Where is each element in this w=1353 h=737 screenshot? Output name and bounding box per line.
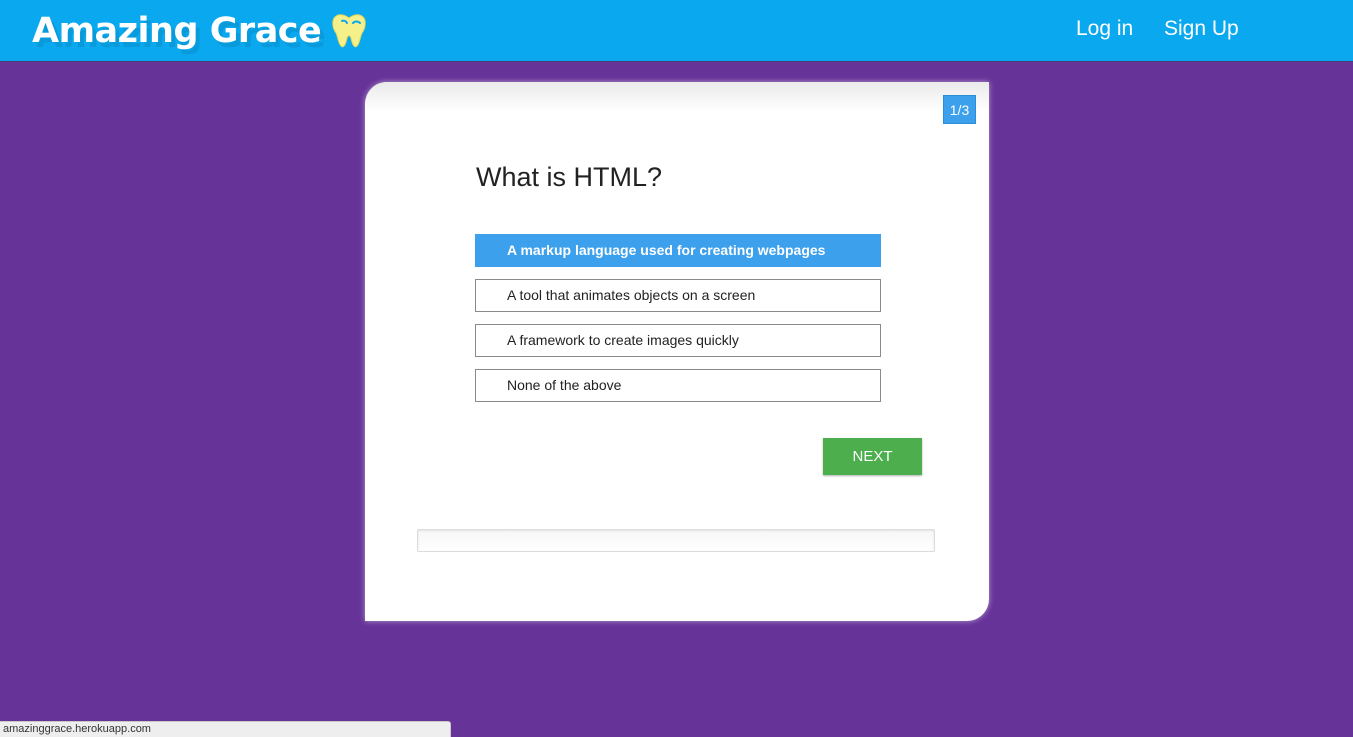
logo-text: Amazing Grace bbox=[32, 11, 322, 51]
question-counter-badge: 1/3 bbox=[943, 95, 976, 124]
answer-option[interactable]: None of the above bbox=[475, 369, 881, 402]
question-title: What is HTML? bbox=[476, 162, 663, 192]
quiz-progress-bar bbox=[417, 529, 935, 552]
login-link[interactable]: Log in bbox=[1076, 17, 1133, 41]
card-top-shade bbox=[365, 82, 989, 112]
answer-options: A markup language used for creating webp… bbox=[475, 234, 881, 414]
next-button[interactable]: NEXT bbox=[823, 438, 922, 475]
answer-option[interactable]: A framework to create images quickly bbox=[475, 324, 881, 357]
answer-option[interactable]: A markup language used for creating webp… bbox=[475, 234, 881, 267]
top-navigation-bar: Amazing Grace Log in Sign Up bbox=[0, 0, 1353, 62]
tooth-icon bbox=[332, 14, 367, 48]
answer-option[interactable]: A tool that animates objects on a screen bbox=[475, 279, 881, 312]
browser-status-bar: amazinggrace.herokuapp.com bbox=[0, 721, 451, 737]
quiz-card: 1/3 What is HTML? A markup language used… bbox=[365, 82, 989, 621]
signup-link[interactable]: Sign Up bbox=[1164, 17, 1239, 41]
site-logo[interactable]: Amazing Grace bbox=[32, 5, 369, 57]
